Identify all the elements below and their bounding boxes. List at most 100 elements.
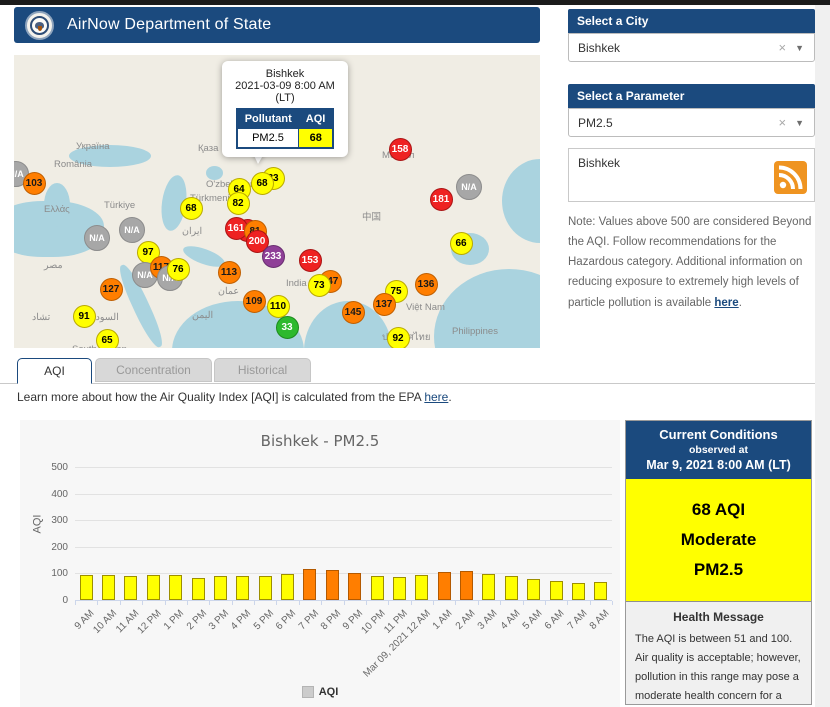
aqi-marker[interactable]: 109 (242, 289, 266, 313)
chart-x-tick-label: 6 PM (274, 608, 299, 633)
aqi-marker[interactable]: 91 (72, 304, 96, 328)
chart-x-tick-label: 7 PM (296, 608, 321, 633)
epa-link[interactable]: here (424, 390, 448, 404)
rss-icon[interactable] (774, 161, 807, 194)
city-caret-down-icon[interactable]: ▼ (795, 43, 814, 53)
chart-x-tick (388, 601, 390, 605)
note-here-link[interactable]: here (714, 297, 738, 309)
chart-x-tick-label: 4 PM (229, 608, 254, 633)
map[interactable]: УкраїнаҚазаRomâniaΕλλάςTürkiyeO'zbekisto… (14, 55, 540, 348)
aqi-bar[interactable] (213, 576, 227, 600)
aqi-bar[interactable] (549, 580, 563, 600)
aqi-bar[interactable] (594, 581, 608, 600)
aqi-marker[interactable]: 92 (386, 326, 410, 348)
rss-feed-box: Bishkek (568, 148, 815, 202)
aqi-bar[interactable] (236, 576, 250, 600)
tab-aqi[interactable]: AQI (17, 358, 92, 384)
aqi-marker[interactable]: 82 (226, 191, 250, 215)
aqi-bar[interactable] (348, 573, 362, 600)
aqi-marker[interactable]: N/A (84, 225, 110, 251)
chart-y-tick-label: 0 (62, 595, 68, 606)
aqi-marker[interactable]: N/A (456, 174, 482, 200)
aqi-marker[interactable]: 103 (22, 171, 46, 195)
aqi-marker[interactable]: 66 (449, 231, 473, 255)
chart-legend[interactable]: AQI (20, 686, 620, 698)
popup-city: Bishkek (265, 68, 305, 80)
cc-aqi-block: 68 AQI Moderate PM2.5 (626, 479, 811, 603)
aqi-marker[interactable]: 68 (250, 171, 274, 195)
airnow-dos-page: AirNow Department of State Україна Қаза Ro… (0, 0, 830, 707)
aqi-marker[interactable]: 137 (372, 292, 396, 316)
aqi-marker[interactable]: 145 (341, 300, 365, 324)
aqi-marker[interactable]: 233 (261, 244, 285, 268)
parameter-clear-icon[interactable]: × (769, 115, 795, 130)
sea-shape (502, 159, 540, 243)
chart-x-tick (500, 601, 502, 605)
popup-pollutant-value: PM2.5 (236, 128, 300, 149)
chart-x-tick-label: 2 PM (184, 608, 209, 633)
legend-swatch-icon (301, 686, 314, 698)
tab-concentration[interactable]: Concentration (95, 358, 212, 382)
popup-datetime: 2021-03-09 8:00 AM (235, 80, 335, 92)
aqi-bar[interactable] (325, 569, 339, 600)
chart-x-tick-label: 8 PM (318, 608, 344, 633)
map-country-label: Türkiye (104, 200, 136, 211)
chart-x-tick-label: 12 PM (135, 608, 165, 637)
tab-historical[interactable]: Historical (214, 358, 311, 382)
aqi-bar[interactable] (102, 575, 116, 600)
chart-y-tick-label: 200 (51, 541, 68, 553)
chart-x-tick (276, 601, 278, 605)
chart-gridline (75, 546, 612, 548)
cc-observed-at: observed at (689, 444, 748, 456)
aqi-marker[interactable]: 136 (414, 272, 438, 296)
map-country-label: România (54, 159, 93, 170)
chart-x-tick-label: 4 AM (498, 608, 523, 632)
aqi-bar[interactable] (146, 575, 160, 600)
parameter-caret-down-icon[interactable]: ▼ (795, 118, 814, 128)
aqi-marker[interactable]: 110 (266, 294, 290, 318)
popup-table: Pollutant AQI PM2.5 68 (235, 108, 335, 149)
chart-x-tick-label: 2 AM (453, 608, 478, 632)
aqi-marker[interactable]: 181 (429, 187, 453, 211)
aqi-marker[interactable]: 33 (275, 315, 299, 339)
aqi-bar[interactable] (571, 582, 585, 600)
right-gutter (815, 5, 830, 707)
aqi-marker[interactable]: 127 (99, 277, 123, 301)
parameter-select[interactable]: PM2.5 × ▼ (568, 108, 815, 137)
current-conditions-panel: Current Conditions observed at Mar 9, 20… (625, 420, 812, 705)
aqi-bar[interactable] (281, 573, 295, 600)
select-parameter-header: Select a Parameter (568, 84, 815, 108)
aqi-bar[interactable] (437, 572, 451, 600)
aqi-marker[interactable]: 68 (179, 196, 203, 220)
popup-col-aqi: AQI (298, 109, 334, 129)
aqi-marker[interactable]: 76 (166, 257, 190, 281)
cc-aqi-value: 68 AQI (691, 500, 746, 519)
aqi-marker[interactable]: 73 (307, 273, 331, 297)
city-select-value: Bishkek (578, 40, 621, 55)
sea-shape (206, 166, 223, 180)
chart-x-tick (522, 601, 524, 605)
aqi-bar[interactable] (124, 576, 138, 600)
aqi-bar[interactable] (392, 576, 406, 600)
map-country-label: تشاد (32, 312, 51, 323)
aqi-marker[interactable]: 158 (388, 137, 412, 161)
chart-x-tick (75, 601, 76, 605)
aqi-bar[interactable] (370, 575, 384, 600)
aqi-bar[interactable] (415, 575, 429, 600)
aqi-marker[interactable]: 153 (298, 248, 322, 272)
aqi-bar[interactable] (504, 575, 518, 600)
city-clear-icon[interactable]: × (769, 40, 795, 55)
aqi-bar[interactable] (527, 579, 541, 600)
aqi-marker[interactable]: N/A (119, 217, 145, 243)
aqi-bar[interactable] (482, 574, 496, 600)
aqi-bar[interactable] (79, 575, 93, 600)
aqi-bar[interactable] (303, 568, 317, 600)
aqi-marker[interactable]: 65 (95, 328, 119, 348)
legend-label: AQI (318, 686, 339, 698)
city-select[interactable]: Bishkek × ▼ (568, 33, 815, 62)
aqi-bar[interactable] (460, 570, 474, 600)
aqi-marker[interactable]: 113 (217, 260, 241, 284)
aqi-bar[interactable] (191, 577, 205, 600)
aqi-bar[interactable] (169, 575, 183, 600)
aqi-bar[interactable] (258, 575, 272, 600)
